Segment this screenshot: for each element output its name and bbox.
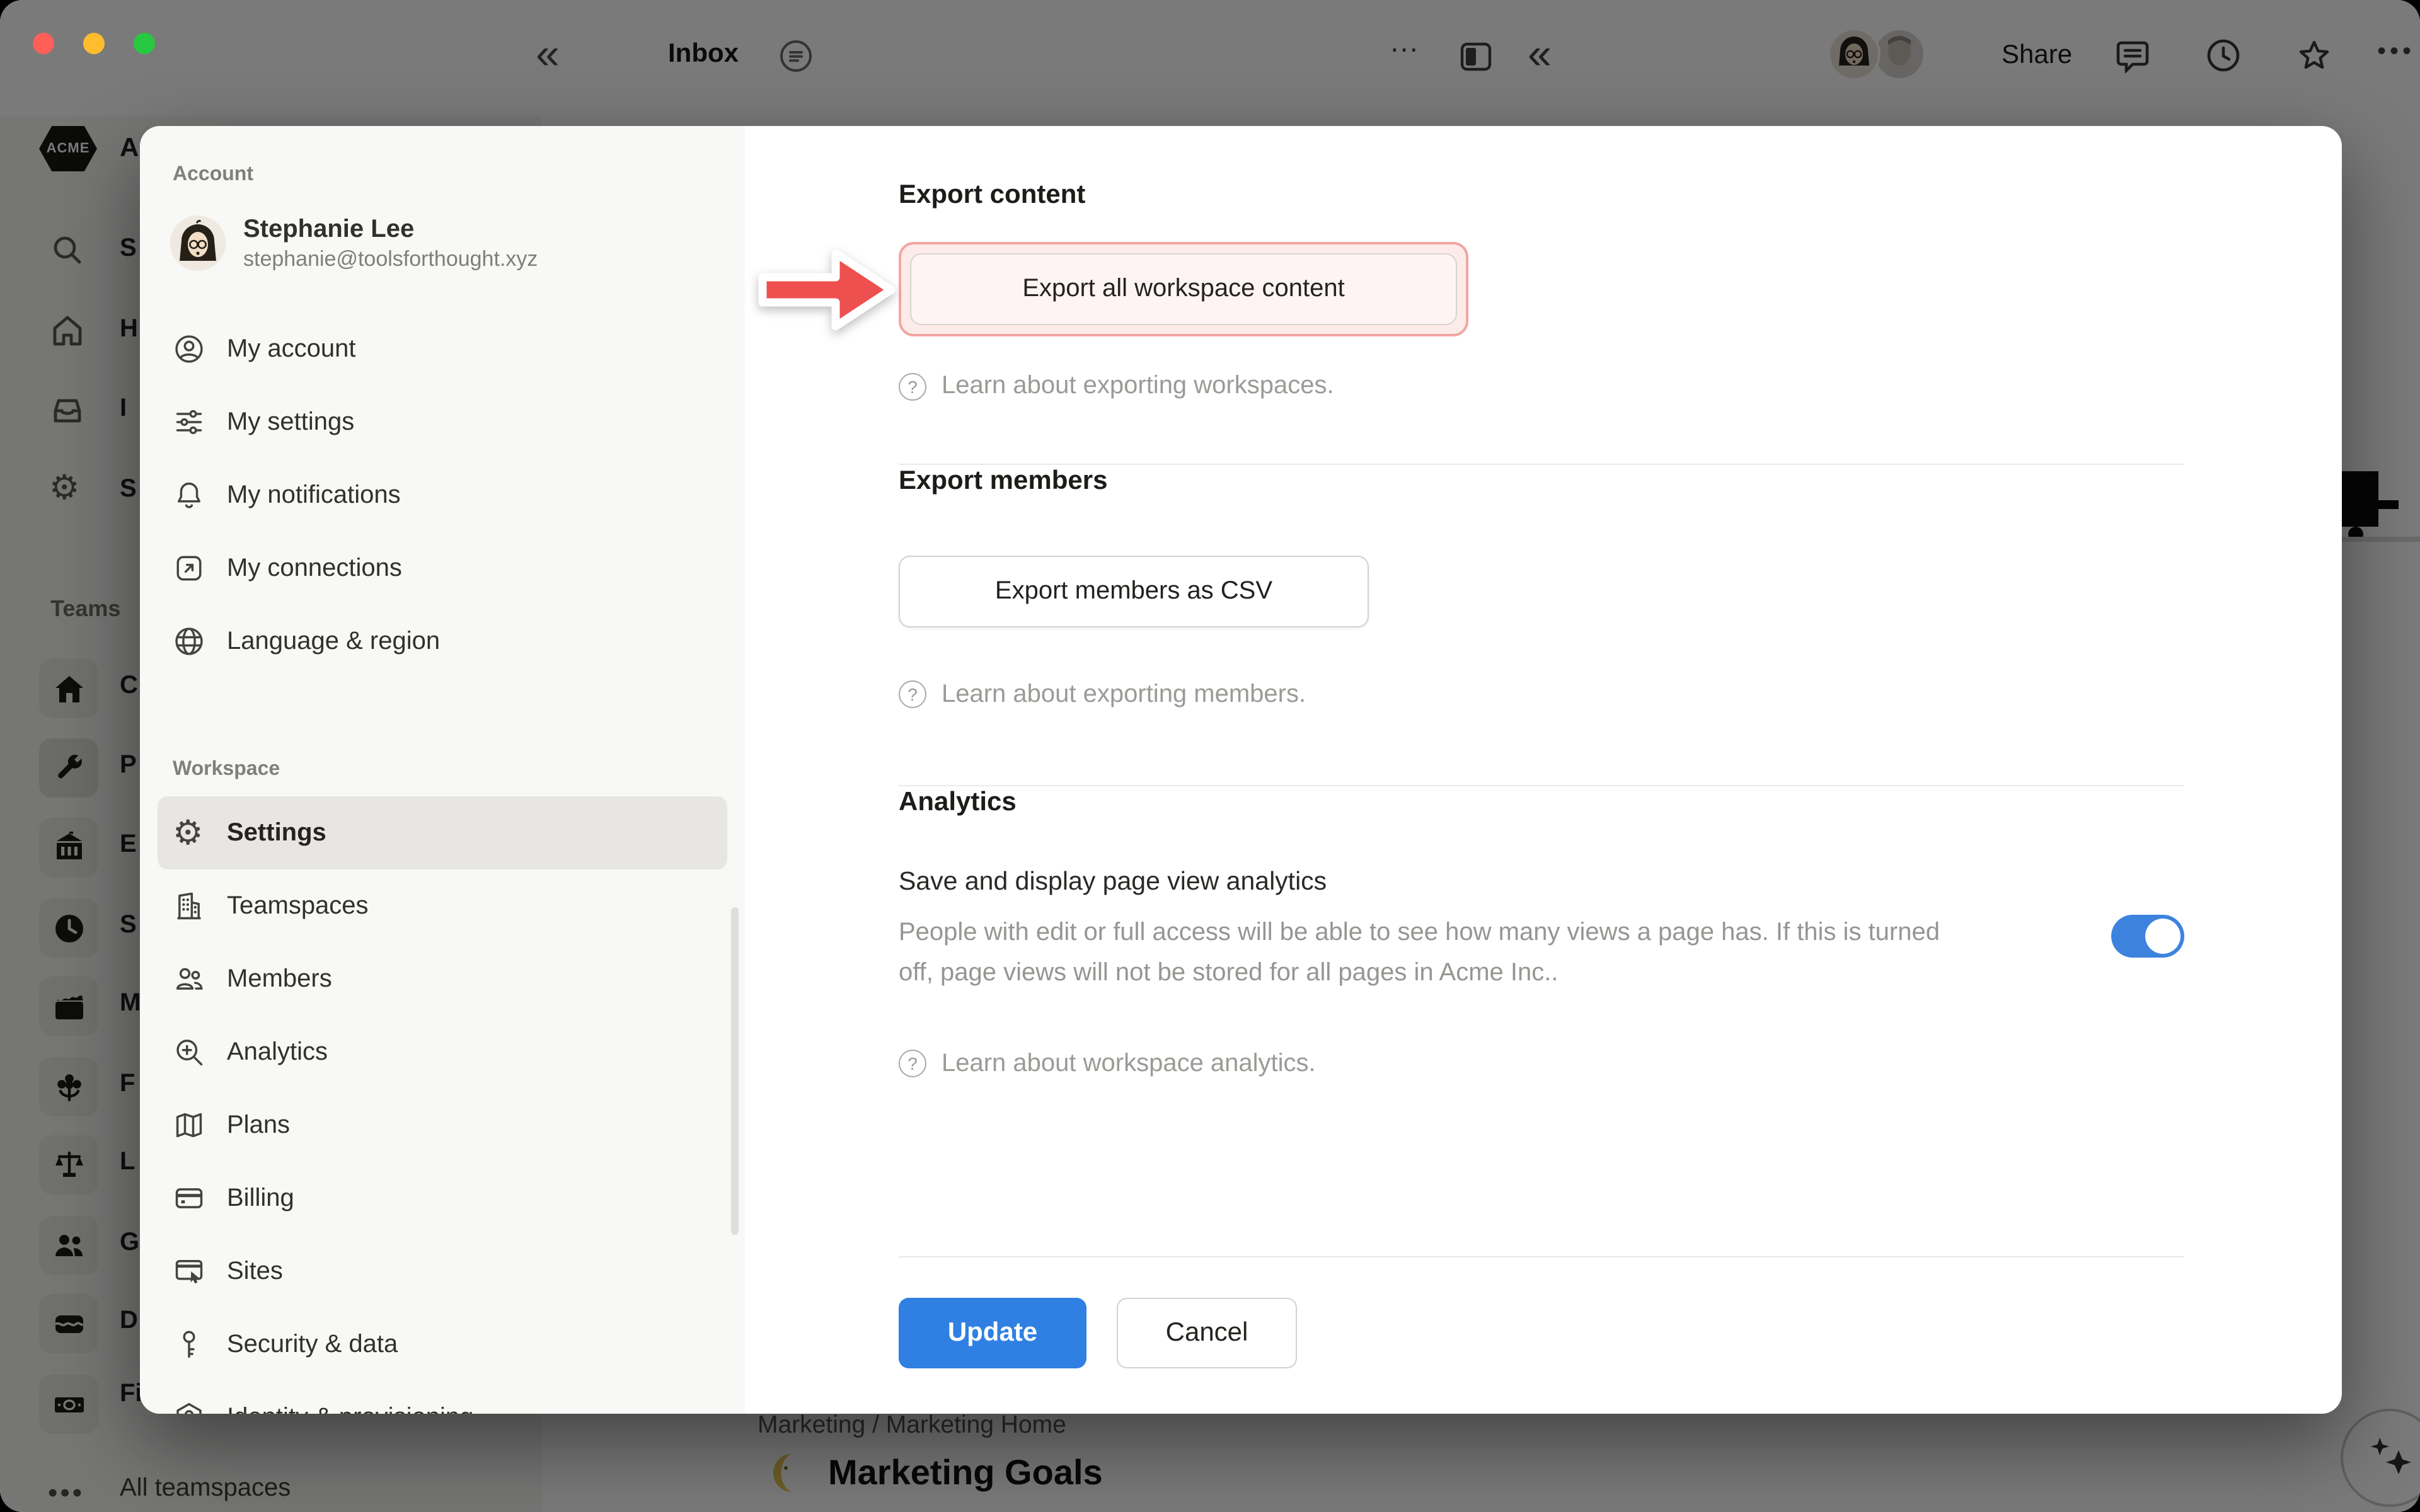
sidebar-item-my-connections[interactable]: My connections — [158, 532, 727, 605]
person-circle-icon — [173, 333, 205, 365]
sidebar-item-label: Billing — [227, 1184, 294, 1213]
modal-footer: Update Cancel — [899, 1256, 2184, 1368]
settings-modal: Account Stephanie Lee stephanie@toolsfor… — [140, 126, 2342, 1414]
sidebar-item-label: Members — [227, 965, 332, 994]
sidebar-item-my-account[interactable]: My account — [158, 312, 727, 386]
workspace-section-header: Workspace — [173, 759, 727, 781]
export-content-help[interactable]: ? Learn about exporting workspaces. — [899, 372, 2184, 401]
sidebar-item-label: My notifications — [227, 481, 401, 510]
export-members-csv-button[interactable]: Export members as CSV — [899, 555, 1369, 627]
settings-modal-sidebar: Account Stephanie Lee stephanie@toolsfor… — [140, 126, 745, 1414]
sidebar-item-label: Analytics — [227, 1038, 328, 1067]
sidebar-item-settings[interactable]: ⚙ Settings — [158, 796, 727, 869]
building-icon — [173, 890, 205, 922]
sidebar-item-teamspaces[interactable]: Teamspaces — [158, 869, 727, 942]
sidebar-item-billing[interactable]: Billing — [158, 1162, 727, 1235]
browser-icon — [173, 1255, 205, 1288]
sidebar-item-label: Sites — [227, 1257, 283, 1286]
export-members-help[interactable]: ? Learn about exporting members. — [899, 680, 2184, 709]
sidebar-item-plans[interactable]: Plans — [158, 1089, 727, 1162]
analytics-help[interactable]: ? Learn about workspace analytics. — [899, 1050, 2184, 1079]
export-all-workspace-content-button[interactable]: Export all workspace content — [910, 254, 1457, 326]
sidebar-item-label: Security & data — [227, 1330, 398, 1359]
question-circle-icon: ? — [899, 1050, 926, 1078]
sidebar-item-label: Identity & provisioning — [227, 1403, 473, 1414]
gear-icon: ⚙ — [173, 816, 205, 850]
globe-icon — [173, 625, 205, 658]
analytics-icon — [173, 1036, 205, 1068]
analytics-heading: Analytics — [899, 786, 2184, 819]
card-icon — [173, 1182, 205, 1215]
sidebar-item-analytics[interactable]: Analytics — [158, 1016, 727, 1089]
sidebar-item-sites[interactable]: Sites — [158, 1235, 727, 1308]
key-icon — [173, 1328, 205, 1361]
sidebar-item-label: My connections — [227, 554, 402, 583]
sidebar-item-label: Settings — [227, 818, 326, 847]
help-text[interactable]: Learn about exporting workspaces. — [942, 372, 1334, 401]
cancel-button[interactable]: Cancel — [1117, 1298, 1297, 1368]
page-view-analytics-toggle[interactable] — [2111, 915, 2184, 958]
sidebar-item-label: My settings — [227, 408, 354, 437]
identity-icon — [173, 1401, 205, 1414]
export-content-heading: Export content — [899, 179, 2184, 212]
sidebar-item-label: My account — [227, 335, 356, 364]
question-circle-icon: ? — [899, 680, 926, 708]
sidebar-item-my-notifications[interactable]: My notifications — [158, 459, 727, 532]
settings-modal-content: Export content Export all workspace cont… — [745, 126, 2342, 1414]
sliders-icon — [173, 406, 205, 438]
user-avatar — [170, 215, 226, 271]
sidebar-item-members[interactable]: Members — [158, 942, 727, 1016]
close-window-button[interactable] — [33, 33, 54, 54]
annotation-arrow-icon — [758, 241, 896, 339]
account-section-header: Account — [173, 164, 727, 186]
sidebar-item-label: Plans — [227, 1111, 290, 1140]
sidebar-item-language-region[interactable]: Language & region — [158, 605, 727, 678]
analytics-setting-title: Save and display page view analytics — [899, 867, 2184, 897]
sidebar-scrollbar[interactable] — [731, 907, 739, 1235]
sidebar-item-identity-provisioning[interactable]: Identity & provisioning — [158, 1381, 727, 1414]
map-icon — [173, 1109, 205, 1142]
window-controls — [33, 33, 155, 54]
question-circle-icon: ? — [899, 373, 926, 401]
app-window: « Inbox … « Share ••• ACME — [0, 0, 2420, 1512]
update-button[interactable]: Update — [899, 1298, 1086, 1368]
zoom-window-button[interactable] — [134, 33, 155, 54]
bell-icon — [173, 479, 205, 512]
sidebar-item-label: Teamspaces — [227, 891, 369, 920]
help-text[interactable]: Learn about workspace analytics. — [942, 1050, 1316, 1079]
account-user-row[interactable]: Stephanie Lee stephanie@toolsforthought.… — [170, 207, 727, 280]
members-icon — [173, 963, 205, 995]
analytics-setting-description: People with edit or full access will be … — [899, 912, 1970, 994]
export-members-heading: Export members — [899, 466, 2184, 499]
connections-icon — [173, 552, 205, 585]
help-text[interactable]: Learn about exporting members. — [942, 680, 1306, 709]
sidebar-item-my-settings[interactable]: My settings — [158, 386, 727, 459]
minimize-window-button[interactable] — [83, 33, 105, 54]
annotation-highlight-box: Export all workspace content — [899, 243, 1468, 337]
sidebar-item-security-data[interactable]: Security & data — [158, 1308, 727, 1381]
user-name: Stephanie Lee — [243, 213, 538, 246]
user-email: stephanie@toolsforthought.xyz — [243, 246, 538, 273]
sidebar-item-label: Language & region — [227, 627, 440, 656]
